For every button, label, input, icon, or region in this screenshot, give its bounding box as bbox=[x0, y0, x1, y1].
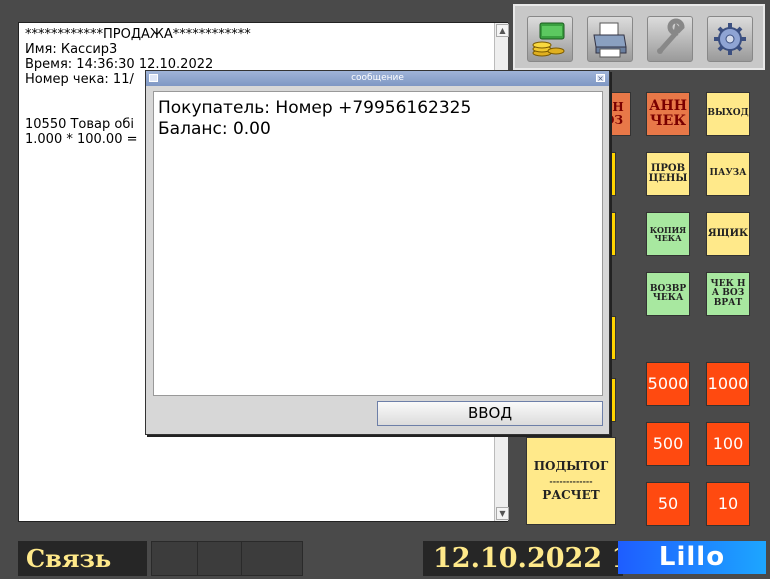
close-icon[interactable]: × bbox=[596, 74, 605, 83]
check-price-button[interactable]: ПРОВ ЦЕНЫ bbox=[646, 152, 690, 196]
subtotal-label: ПОДЫТОГ bbox=[533, 459, 609, 474]
gear-icon bbox=[714, 23, 746, 55]
status-cell-2 bbox=[197, 541, 243, 576]
customer-line: Покупатель: Номер +79956162325 bbox=[158, 98, 472, 118]
return-receipt-button[interactable]: ЧЕК Н А ВОЗ ВРАТ bbox=[706, 272, 750, 316]
toolbar bbox=[513, 4, 765, 70]
date-display: 12.10.2022 1 bbox=[423, 541, 623, 576]
dialog-titlebar[interactable]: сообщение bbox=[146, 71, 609, 86]
printer-icon bbox=[593, 22, 627, 58]
cancel-check-button[interactable]: АНН ЧЕК bbox=[646, 92, 690, 136]
bill-1000-button[interactable]: 1000 bbox=[706, 362, 750, 406]
subtotal-payment-button[interactable]: ПОДЫТОГ ------------- РАСЧЕТ bbox=[526, 437, 616, 525]
scroll-up-icon[interactable]: ▲ bbox=[496, 24, 509, 37]
pause-button[interactable]: ПАУЗА bbox=[706, 152, 750, 196]
balance-line: Баланс: 0.00 bbox=[158, 119, 271, 139]
drawer-button[interactable]: ЯЩИК bbox=[706, 212, 750, 256]
dialog-content: Покупатель: Номер +79956162325 Баланс: 0.… bbox=[153, 91, 603, 396]
bill-50-button[interactable]: 50 bbox=[646, 482, 690, 526]
wrench-icon bbox=[657, 18, 685, 54]
enter-button[interactable]: ВВОД bbox=[377, 401, 603, 426]
settings-button[interactable] bbox=[707, 16, 753, 62]
window-menu-icon[interactable] bbox=[149, 74, 158, 82]
bill-500-button[interactable]: 500 bbox=[646, 422, 690, 466]
status-cell-3 bbox=[241, 541, 303, 576]
receipt-line: Имя: Кассир3 bbox=[25, 42, 118, 57]
message-dialog: сообщение × Покупатель: Номер +799561623… bbox=[145, 70, 610, 435]
lillo-logo: Lillo bbox=[618, 541, 766, 574]
subtotal-divider: ------------- bbox=[549, 475, 593, 486]
settings-tools-button[interactable] bbox=[647, 16, 693, 62]
dialog-message: Покупатель: Номер +79956162325 Баланс: 0.… bbox=[158, 98, 471, 140]
printer-button[interactable] bbox=[587, 16, 633, 62]
receipt-line: ************ПРОДАЖА************ bbox=[25, 27, 251, 42]
dialog-title: сообщение bbox=[351, 73, 404, 83]
bill-10-button[interactable]: 10 bbox=[706, 482, 750, 526]
connection-status: Связь bbox=[18, 541, 147, 576]
bill-100-button[interactable]: 100 bbox=[706, 422, 750, 466]
status-cell-1 bbox=[151, 541, 199, 576]
payment-label: РАСЧЕТ bbox=[542, 488, 600, 503]
money-button[interactable] bbox=[527, 16, 573, 62]
return-check-button[interactable]: ВОЗВР ЧЕКА bbox=[646, 272, 690, 316]
scroll-down-icon[interactable]: ▼ bbox=[496, 507, 509, 520]
bill-5000-button[interactable]: 5000 bbox=[646, 362, 690, 406]
exit-button[interactable]: ВЫХОД bbox=[706, 92, 750, 136]
money-icon bbox=[532, 22, 565, 57]
copy-check-button[interactable]: КОПИЯ ЧЕКА bbox=[646, 212, 690, 256]
